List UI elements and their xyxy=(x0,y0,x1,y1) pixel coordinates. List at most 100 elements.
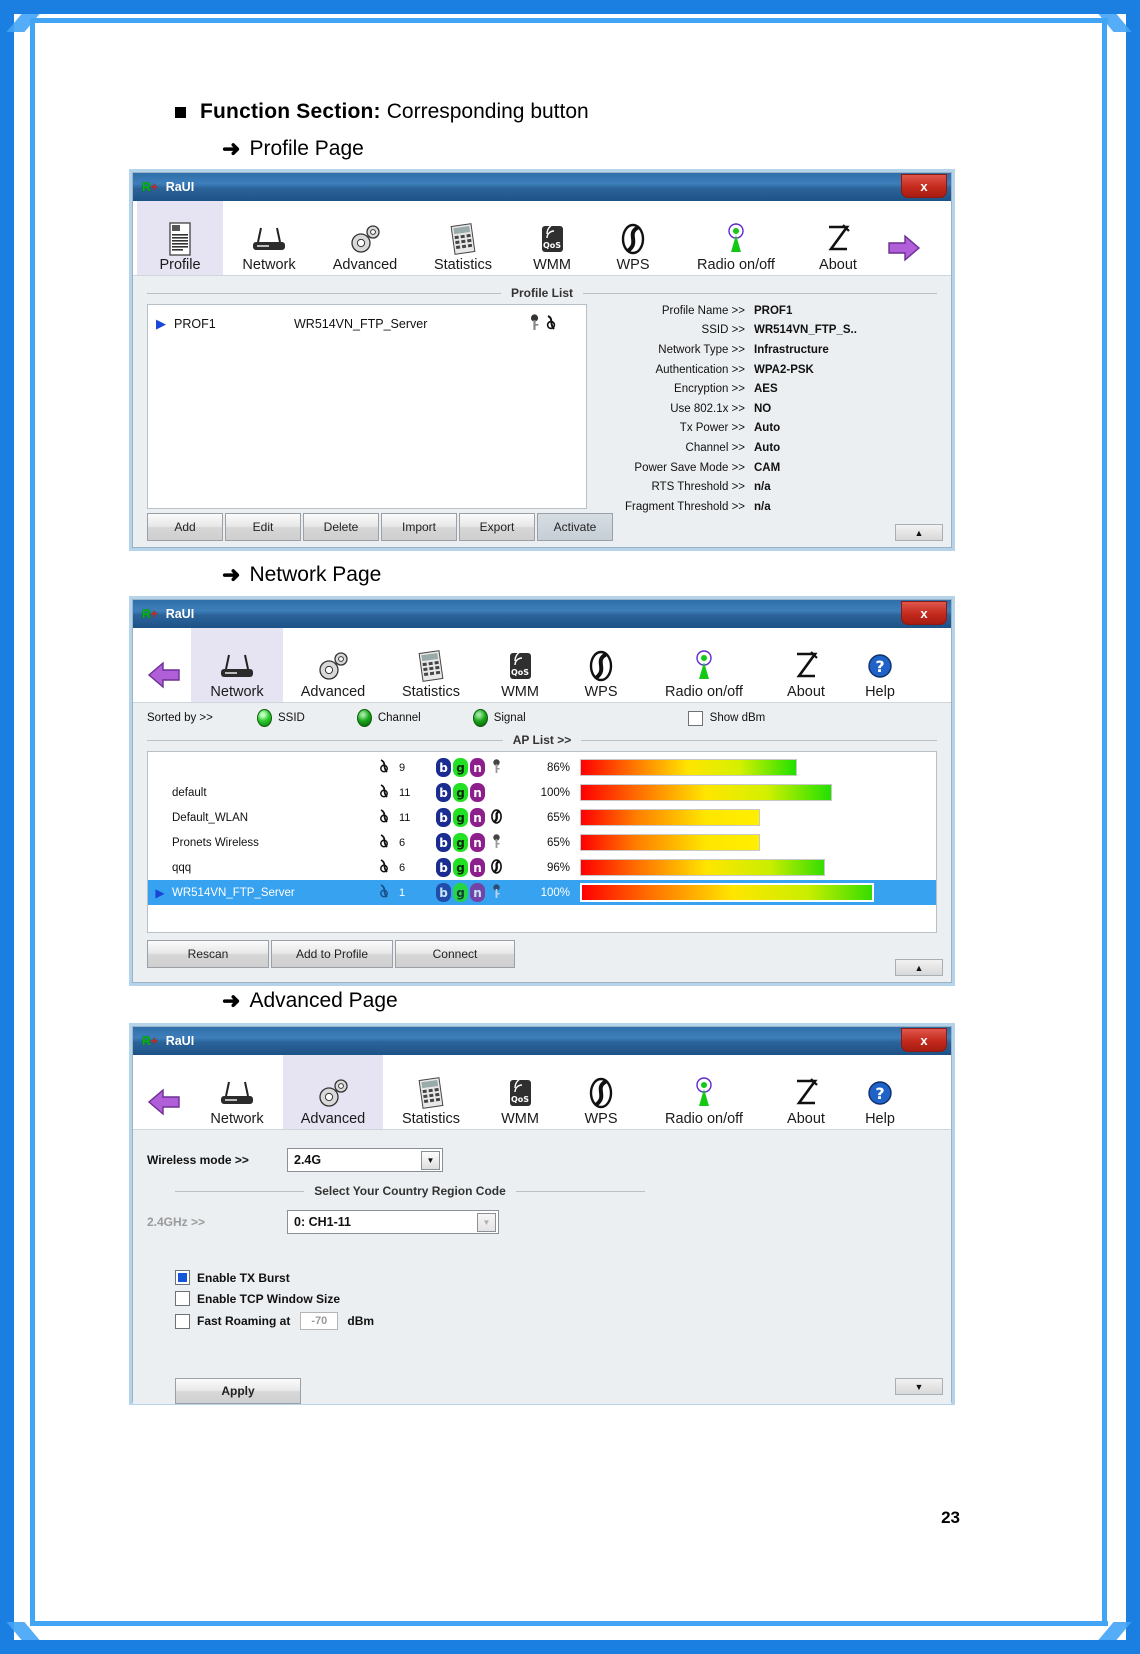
detail-rts-threshold: RTS Threshold >> n/a xyxy=(651,481,771,494)
checkbox-icon[interactable] xyxy=(175,1270,190,1285)
sort-option-signal[interactable]: Signal xyxy=(472,709,526,727)
list-item[interactable]: qqq 6 b g n 96% xyxy=(148,855,936,880)
ap-list[interactable]: 9 b g n 86% default 11 b g n 100% Defaul… xyxy=(147,751,937,933)
add-button[interactable]: Add xyxy=(147,513,223,541)
tab-network[interactable]: Network xyxy=(191,1055,283,1129)
connect-button[interactable]: Connect xyxy=(395,940,515,968)
tab-help-label: Help xyxy=(865,1111,895,1127)
about-icon xyxy=(791,647,821,683)
tab-profile-label: Profile xyxy=(159,257,201,273)
tab-wps[interactable]: WPS xyxy=(561,1055,641,1129)
tab-about[interactable]: About xyxy=(767,1055,845,1129)
export-button[interactable]: Export xyxy=(459,513,535,541)
tab-network[interactable]: Network xyxy=(191,628,283,702)
list-item[interactable]: 9 b g n 86% xyxy=(148,755,936,780)
tab-help[interactable]: ? Help xyxy=(845,1055,915,1129)
list-item[interactable]: Pronets Wireless 6 b g n 65% xyxy=(148,830,936,855)
section-heading: Function Section: Corresponding button xyxy=(175,100,589,124)
tab-about-label: About xyxy=(787,1111,825,1127)
fast-roaming-input[interactable]: -70 xyxy=(300,1312,339,1330)
about-icon xyxy=(791,1074,821,1110)
tab-about-label: About xyxy=(819,257,857,273)
activate-button[interactable]: Activate xyxy=(537,513,613,541)
enable-tcp-window-size-row[interactable]: Enable TCP Window Size xyxy=(175,1291,937,1306)
apply-button[interactable]: Apply xyxy=(175,1378,301,1404)
wireless-mode-row: Wireless mode >> 2.4G ▼ xyxy=(147,1148,937,1172)
tab-radio-onoff-label: Radio on/off xyxy=(665,684,743,700)
tab-help[interactable]: ? Help xyxy=(845,628,915,702)
checkbox-icon[interactable] xyxy=(175,1313,190,1329)
tab-radio-onoff[interactable]: Radio on/off xyxy=(673,201,799,275)
tab-wmm[interactable]: QoS WMM xyxy=(511,201,593,275)
tab-wps[interactable]: WPS xyxy=(593,201,673,275)
close-icon[interactable]: x xyxy=(901,1028,947,1052)
sort-bar[interactable]: Sorted by >> SSID Channel Signal Show dB… xyxy=(133,703,951,733)
tab-wps[interactable]: WPS xyxy=(561,628,641,702)
toolbar-profile[interactable]: Profile Network Advanced Statistics QoS … xyxy=(133,201,951,276)
close-icon[interactable]: x xyxy=(901,601,947,625)
network-buttons[interactable]: Rescan Add to Profile Connect xyxy=(147,940,951,968)
tab-statistics[interactable]: Statistics xyxy=(415,201,511,275)
toolbar-network[interactable]: Network Advanced Statistics QoS WMM WPS … xyxy=(133,628,951,703)
profile-buttons[interactable]: Add Edit Delete Import Export Activate xyxy=(147,513,951,541)
chevron-down-icon[interactable]: ▼ xyxy=(477,1213,496,1232)
titlebar-network[interactable]: R+ RaUI x xyxy=(133,600,951,628)
sort-option-signal-label: Signal xyxy=(493,712,526,724)
subheading-profile-label: Profile Page xyxy=(249,137,364,160)
tab-back[interactable] xyxy=(137,1055,191,1129)
window-advanced[interactable]: R+ RaUI x Network Advanced Statistics Qo… xyxy=(132,1026,952,1404)
fast-roaming-row[interactable]: Fast Roaming at -70 dBm xyxy=(175,1312,937,1330)
wireless-mode-select[interactable]: 2.4G ▼ xyxy=(287,1148,443,1172)
sort-option-ssid[interactable]: SSID xyxy=(257,709,305,727)
scroll-up-button[interactable]: ▲ xyxy=(895,524,943,541)
checkbox-icon[interactable] xyxy=(175,1291,190,1306)
close-icon[interactable]: x xyxy=(901,174,947,198)
scroll-up-button[interactable]: ▲ xyxy=(895,959,943,976)
import-button[interactable]: Import xyxy=(381,513,457,541)
tab-profile[interactable]: Profile xyxy=(137,201,223,275)
show-dbm-checkbox[interactable]: Show dBm xyxy=(687,710,765,726)
delete-button[interactable]: Delete xyxy=(303,513,379,541)
tab-wps-label: WPS xyxy=(584,1111,618,1127)
tab-statistics[interactable]: Statistics xyxy=(383,1055,479,1129)
titlebar-profile[interactable]: R+ RaUI x xyxy=(133,173,951,201)
sort-option-channel[interactable]: Channel xyxy=(356,709,421,727)
sort-option-ssid-label: SSID xyxy=(278,712,305,724)
raui-logo-icon: R+ xyxy=(142,1034,158,1048)
list-item[interactable]: Default_WLAN 11 b g n 65% xyxy=(148,805,936,830)
region-select[interactable]: 0: CH1-11 ▼ xyxy=(287,1210,499,1234)
titlebar-advanced[interactable]: R+ RaUI x xyxy=(133,1027,951,1055)
subheading-network-page: ➜ Network Page xyxy=(222,563,381,587)
scroll-down-button[interactable]: ▼ xyxy=(895,1378,943,1395)
tab-wmm[interactable]: QoS WMM xyxy=(479,628,561,702)
window-profile[interactable]: R+ RaUI x Profile Network Advanced Stati… xyxy=(132,172,952,548)
tab-about[interactable]: About xyxy=(767,628,845,702)
tab-advanced[interactable]: Advanced xyxy=(283,628,383,702)
list-item-selected[interactable]: ▶ WR514VN_FTP_Server 1 b g n 100% xyxy=(148,880,936,905)
arrow-left-icon xyxy=(147,1077,181,1127)
tab-back[interactable] xyxy=(137,628,191,702)
qos-signal-icon: QoS xyxy=(503,1074,537,1110)
enable-tx-burst-row[interactable]: Enable TX Burst xyxy=(175,1270,937,1285)
tab-about[interactable]: About xyxy=(799,201,877,275)
tab-radio-onoff[interactable]: Radio on/off xyxy=(641,1055,767,1129)
profile-list[interactable]: ▶ PROF1 WR514VN_FTP_Server xyxy=(147,304,587,509)
ap-signal-percent: 65% xyxy=(546,811,570,824)
add-to-profile-button[interactable]: Add to Profile xyxy=(271,940,393,968)
tab-next[interactable] xyxy=(877,201,931,275)
tab-statistics[interactable]: Statistics xyxy=(383,628,479,702)
detail-encryption: Encryption >> AES xyxy=(674,383,778,396)
table-row[interactable]: ▶ PROF1 WR514VN_FTP_Server xyxy=(148,311,586,337)
tab-advanced[interactable]: Advanced xyxy=(283,1055,383,1129)
tab-radio-onoff[interactable]: Radio on/off xyxy=(641,628,767,702)
tab-wmm[interactable]: QoS WMM xyxy=(479,1055,561,1129)
window-network[interactable]: R+ RaUI x Network Advanced Statistics Qo… xyxy=(132,599,952,983)
edit-button[interactable]: Edit xyxy=(225,513,301,541)
tab-advanced[interactable]: Advanced xyxy=(315,201,415,275)
tab-network[interactable]: Network xyxy=(223,201,315,275)
rescan-button[interactable]: Rescan xyxy=(147,940,269,968)
list-item[interactable]: default 11 b g n 100% xyxy=(148,780,936,805)
toolbar-advanced[interactable]: Network Advanced Statistics QoS WMM WPS … xyxy=(133,1055,951,1130)
chevron-down-icon[interactable]: ▼ xyxy=(421,1151,440,1170)
about-icon xyxy=(823,220,853,256)
